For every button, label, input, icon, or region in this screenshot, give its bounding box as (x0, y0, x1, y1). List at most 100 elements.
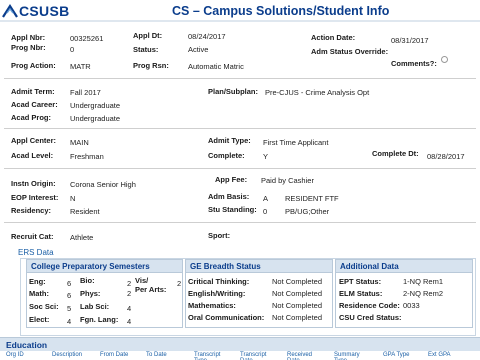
fgn-lang-label: Fgn. Lang: (80, 315, 119, 324)
acad-prog-value: Undergraduate (70, 114, 121, 123)
app-fee-value: Paid by Cashier (261, 176, 314, 185)
phys-label: Phys: (80, 289, 101, 298)
mathematics-label: Mathematics: (188, 301, 236, 310)
lab-sci-value: 4 (127, 304, 132, 313)
col-ext-gpa[interactable]: Ext GPA (428, 352, 451, 358)
ge-breadth-title: GE Breadth Status (190, 262, 261, 271)
critical-thinking-value: Not Completed (272, 277, 323, 286)
divider (4, 128, 476, 129)
vis-value: 2 (177, 279, 182, 288)
mathematics-value: Not Completed (272, 301, 323, 310)
phys-value: 2 (127, 289, 132, 298)
instn-origin-label: Instn Origin: (11, 179, 56, 188)
per-arts-label: Per Arts: (135, 285, 167, 294)
math-label: Math: (29, 289, 49, 298)
eop-interest-value: N (70, 194, 76, 203)
admit-term-label: Admit Term: (11, 87, 55, 96)
eng-value: 6 (67, 279, 72, 288)
instn-origin-value: Corona Senior High (70, 180, 136, 189)
residence-code-label: Residence Code: (339, 301, 400, 310)
complete-value: Y (263, 152, 269, 161)
adm-basis-value: RESIDENT FTF (285, 194, 339, 203)
vis-label: Vis/ (135, 276, 149, 285)
residency-value: Resident (70, 207, 100, 216)
adm-basis-code: A (263, 194, 269, 203)
ge-breadth-panel: GE Breadth Status Critical Thinking: Not… (185, 259, 333, 328)
bio-label: Bio: (80, 276, 95, 285)
col-description[interactable]: Description (52, 352, 82, 358)
acad-career-value: Undergraduate (70, 101, 121, 110)
prog-rsn-value: Automatic Matric (188, 62, 244, 71)
acad-level-label: Acad Level: (11, 151, 54, 160)
complete-label: Complete: (208, 151, 245, 160)
stu-standing-value: PB/UG;Other (285, 207, 330, 216)
fgn-lang-value: 4 (127, 317, 132, 326)
residency-label: Residency: (11, 206, 52, 215)
english-writing-value: Not Completed (272, 289, 323, 298)
col-from-date[interactable]: From Date (100, 352, 128, 358)
col-org-id[interactable]: Org ID (6, 352, 24, 358)
elm-status-label: ELM Status: (339, 289, 383, 298)
acad-career-label: Acad Career: (11, 100, 58, 109)
comments-checkbox[interactable] (441, 56, 448, 63)
col-summary-type[interactable]: Summary Type (334, 352, 364, 360)
comments-label: Comments?: (391, 59, 437, 68)
divider (4, 78, 476, 79)
college-prep-panel: College Preparatory Semesters Eng: 6 Bio… (26, 259, 183, 328)
appl-dt-value: 08/24/2017 (188, 32, 226, 41)
education-header: Education (0, 337, 480, 351)
plan-subplan-value: Pre-CJUS - Crime Analysis Opt (265, 88, 370, 97)
admit-type-value: First Time Applicant (263, 138, 329, 147)
status-value: Active (188, 45, 209, 54)
appl-center-label: Appl Center: (11, 136, 56, 145)
education-title: Education (6, 340, 48, 350)
oral-communication-value: Not Completed (272, 313, 323, 322)
csusb-logo-icon (2, 3, 18, 18)
appl-nbr-value: 00325261 (70, 34, 104, 43)
residence-code-value: 0033 (403, 301, 420, 310)
critical-thinking-label: Critical Thinking: (188, 277, 250, 286)
page-title: CS – Campus Solutions/Student Info (172, 4, 390, 18)
acad-prog-label: Acad Prog: (11, 113, 52, 122)
eng-label: Eng: (29, 277, 46, 286)
complete-dt-label: Complete Dt: (372, 149, 419, 158)
col-to-date[interactable]: To Date (146, 352, 167, 358)
eop-interest-label: EOP Interest: (11, 193, 59, 202)
plan-subplan-label: Plan/Subplan: (208, 87, 259, 96)
prog-rsn-label: Prog Rsn: (133, 61, 169, 70)
action-date-label: Action Date: (311, 33, 356, 42)
additional-data-title: Additional Data (340, 262, 399, 271)
soc-sci-value: 5 (67, 304, 72, 313)
oral-communication-label: Oral Communication: (188, 313, 265, 322)
stu-standing-label: Stu Standing: (208, 205, 257, 214)
appl-dt-label: Appl Dt: (133, 31, 163, 40)
app-header: CSUSB CS – Campus Solutions/Student Info (0, 0, 480, 22)
adm-basis-label: Adm Basis: (208, 192, 250, 201)
admit-term-value: Fall 2017 (70, 88, 101, 97)
soc-sci-label: Soc Sci: (29, 302, 59, 311)
college-prep-title: College Preparatory Semesters (31, 262, 150, 271)
stu-standing-code: 0 (263, 207, 268, 216)
action-date-value: 08/31/2017 (391, 36, 429, 45)
appl-nbr-label: Appl Nbr: (11, 33, 46, 42)
ers-data-title: ERS Data (18, 248, 54, 257)
divider (4, 222, 476, 223)
prog-action-label: Prog Action: (11, 61, 56, 70)
elect-label: Elect: (29, 315, 50, 324)
col-transcript-date[interactable]: Transcript Date (240, 352, 272, 360)
complete-dt-value: 08/28/2017 (427, 152, 465, 161)
bio-value: 2 (127, 279, 132, 288)
prog-nbr-label: Prog Nbr: (11, 43, 46, 52)
app-fee-label: App Fee: (215, 175, 248, 184)
prog-action-value: MATR (70, 62, 91, 71)
appl-center-value: MAIN (70, 138, 89, 147)
elm-status-value: 2-NQ Rem2 (403, 289, 444, 298)
ept-status-label: EPT Status: (339, 277, 382, 286)
prog-nbr-value: 0 (70, 45, 75, 54)
col-received-date[interactable]: Received Date (287, 352, 317, 360)
elect-value: 4 (67, 317, 72, 326)
col-transcript-type[interactable]: Transcript Type (194, 352, 226, 360)
col-gpa-type[interactable]: GPA Type (383, 352, 409, 358)
math-value: 6 (67, 291, 72, 300)
adm-status-override-label: Adm Status Override: (311, 47, 389, 56)
